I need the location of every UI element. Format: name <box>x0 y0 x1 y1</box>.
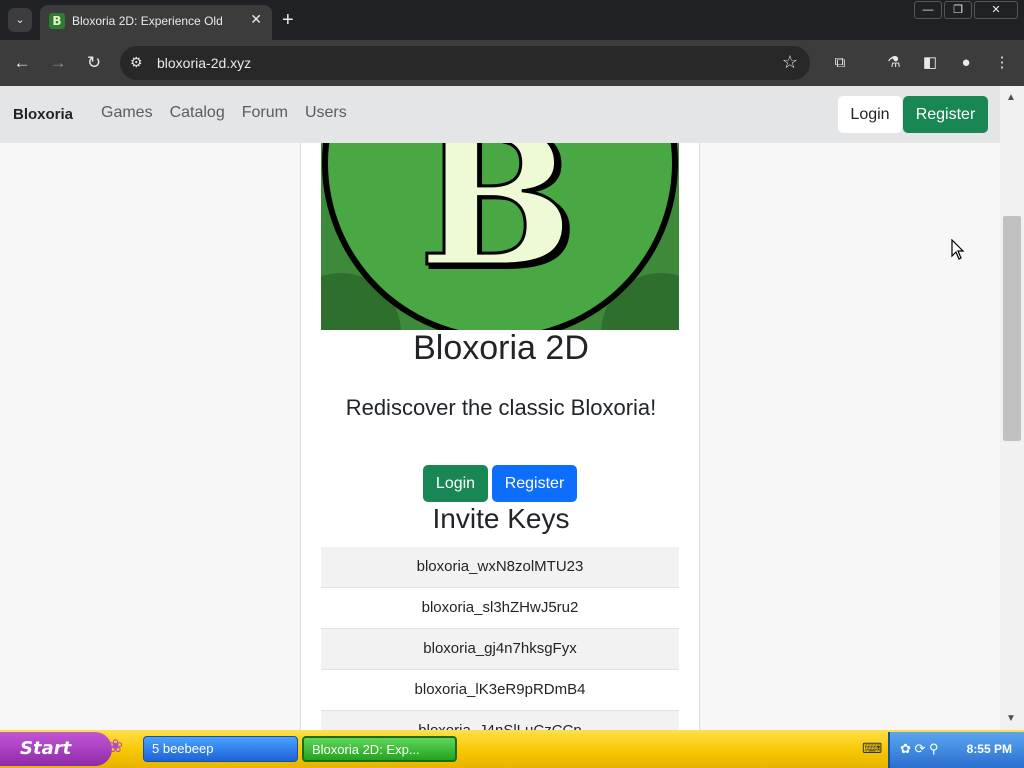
invite-key-row: bloxoria_gj4n7hksgFyx <box>321 629 679 670</box>
new-tab-plus-icon[interactable]: + <box>282 8 294 32</box>
start-decoration-icon: ❀ <box>108 736 124 756</box>
site-navbar: Bloxoria Games Catalog Forum Users Login… <box>0 86 1000 143</box>
login-button[interactable]: Login <box>423 465 488 502</box>
browser-tab[interactable]: B Bloxoria 2D: Experience Old ✕ <box>40 5 272 40</box>
tab-search-chevron-icon[interactable]: ⌄ <box>8 8 32 32</box>
reload-icon[interactable]: ↻ <box>83 52 105 74</box>
url-text[interactable]: bloxoria-2d.xyz <box>157 55 251 71</box>
scroll-up-arrow-icon[interactable]: ▲ <box>1006 92 1016 103</box>
tab-close-icon[interactable]: ✕ <box>250 11 262 28</box>
profile-avatar-icon[interactable]: ● <box>955 52 977 74</box>
nav-links: Games Catalog Forum Users <box>101 104 347 122</box>
browser-menu-icon[interactable]: ⋮ <box>991 52 1013 74</box>
nav-link-games[interactable]: Games <box>101 104 153 122</box>
side-panel-icon[interactable]: ◧ <box>919 52 941 74</box>
nav-link-catalog[interactable]: Catalog <box>170 104 225 122</box>
invite-key-row: bloxoria_lK3eR9pRDmB4 <box>321 670 679 711</box>
page-title: Bloxoria 2D <box>413 329 589 367</box>
nav-link-forum[interactable]: Forum <box>242 104 288 122</box>
close-window-icon[interactable]: ✕ <box>974 1 1018 19</box>
invite-key-row: bloxoria_wxN8zolMTU23 <box>321 547 679 588</box>
invite-key-row: bloxoria_sl3hZHwJ5ru2 <box>321 588 679 629</box>
clock[interactable]: 8:55 PM <box>967 742 1012 756</box>
address-bar[interactable]: ⚙ bloxoria-2d.xyz ☆ <box>120 46 810 80</box>
restore-window-icon[interactable]: ❐ <box>944 1 972 19</box>
nav-register-button[interactable]: Register <box>903 96 988 133</box>
browser-toolbar: ← → ↻ ⚙ bloxoria-2d.xyz ☆ ⧉ ⚗ ◧ ● ⋮ <box>0 40 1024 86</box>
register-button[interactable]: Register <box>492 465 577 502</box>
mouse-pointer-icon <box>951 239 965 260</box>
nav-link-users[interactable]: Users <box>305 104 347 122</box>
landing-card: B B Bloxoria 2D Rediscover the classic B… <box>300 143 700 730</box>
scrollbar-thumb[interactable] <box>1003 216 1021 441</box>
keyboard-layout-icon[interactable]: ⌨ <box>862 740 882 757</box>
svg-text:B: B <box>418 143 574 308</box>
tray-icons[interactable]: ✿ ⟳ ⚲ <box>900 741 939 757</box>
page-scrollbar[interactable]: ▲ ▼ <box>1000 86 1024 730</box>
minimize-window-icon[interactable]: — <box>914 1 942 19</box>
invite-keys-heading: Invite Keys <box>432 503 570 534</box>
invite-keys-table: bloxoria_wxN8zolMTU23 bloxoria_sl3hZHwJ5… <box>321 547 679 730</box>
labs-flask-icon[interactable]: ⚗ <box>883 52 905 74</box>
back-arrow-icon[interactable]: ← <box>11 52 33 74</box>
nav-login-button[interactable]: Login <box>838 96 902 133</box>
extensions-puzzle-icon[interactable]: ⧉ <box>829 52 851 74</box>
scroll-down-arrow-icon[interactable]: ▼ <box>1006 713 1016 724</box>
bookmark-star-icon[interactable]: ☆ <box>782 52 798 73</box>
start-button[interactable]: Start <box>0 732 112 766</box>
site-favicon-icon: B <box>49 13 65 29</box>
invite-key-row: bloxoria_J4nSlLuCzCCp <box>321 711 679 730</box>
forward-arrow-icon[interactable]: → <box>47 52 69 74</box>
bloxoria-logo-image: B B <box>321 143 679 330</box>
window-controls: — ❐ ✕ <box>914 1 1018 19</box>
site-brand[interactable]: Bloxoria <box>13 106 73 123</box>
os-taskbar: Start ❀ 5 beebeep Bloxoria 2D: Exp... ⌨ … <box>0 730 1024 768</box>
system-tray: ✿ ⟳ ⚲ 8:55 PM <box>888 732 1024 768</box>
site-settings-icon[interactable]: ⚙ <box>130 54 143 71</box>
tagline: Rediscover the classic Bloxoria! <box>345 395 657 420</box>
page-viewport: Bloxoria Games Catalog Forum Users Login… <box>0 86 1000 730</box>
taskbar-task-beebeep[interactable]: 5 beebeep <box>143 736 298 762</box>
tab-title: Bloxoria 2D: Experience Old <box>72 14 223 28</box>
browser-tab-bar: ⌄ B Bloxoria 2D: Experience Old ✕ + — ❐ … <box>0 0 1024 40</box>
taskbar-task-browser[interactable]: Bloxoria 2D: Exp... <box>302 736 457 762</box>
